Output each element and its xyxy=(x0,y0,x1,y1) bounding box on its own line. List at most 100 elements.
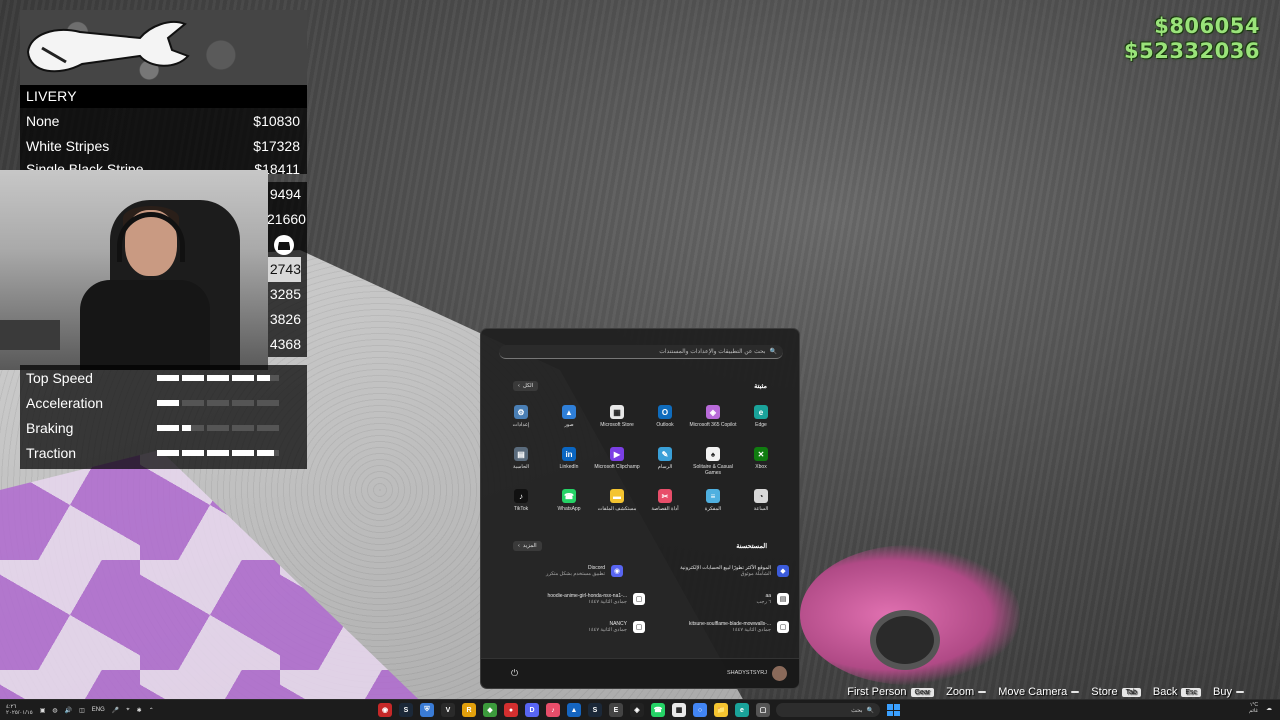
menu-item-price-selected[interactable]: 2743 xyxy=(267,257,301,282)
menu-item-price[interactable]: 4368 xyxy=(267,332,301,357)
stat-label: Acceleration xyxy=(26,394,104,411)
search-placeholder: بحث عن التطبيقات والإعدادات والمستندات xyxy=(659,349,766,355)
start-app-tile[interactable]: ✂ أداة القصاصة xyxy=(641,489,689,512)
menu-item[interactable]: White Stripes $17328 xyxy=(20,133,307,158)
edge-icon[interactable]: e xyxy=(735,703,749,717)
control-hint: Back Esc xyxy=(1153,686,1202,698)
battery-icon[interactable]: ◫ xyxy=(79,707,85,714)
stat-segment xyxy=(207,424,229,431)
power-icon[interactable]: ⏻ xyxy=(511,668,518,679)
whatsapp-icon[interactable]: ☎ xyxy=(651,703,665,717)
clock[interactable]: ٤:٢٦ ٢٠٢٥/٠١/١٥ xyxy=(6,704,33,716)
start-app-tile[interactable]: ⚙ إعدادات xyxy=(497,405,545,428)
stat-segment xyxy=(182,449,204,456)
start-app-tile[interactable]: ✎ الرسام xyxy=(641,447,689,470)
system-tray: ٤:٢٦ ٢٠٢٥/٠١/١٥ ▣ ◍ 🔊 ◫ ENG 🎤 ⌖ ✱ ⌃ xyxy=(6,704,154,716)
control-hint: Buy xyxy=(1213,686,1244,698)
start-app-tile[interactable]: in LinkedIn xyxy=(545,447,593,470)
stat-bar xyxy=(157,399,279,406)
weather-desc: غائم xyxy=(1249,708,1258,714)
start-app-tile[interactable]: ▶ Microsoft Clipchamp xyxy=(593,447,641,470)
steam-icon[interactable]: S xyxy=(588,703,602,717)
car-wheel xyxy=(870,610,940,670)
app-icon[interactable]: ▲ xyxy=(567,703,581,717)
folder-icon[interactable]: 📁 xyxy=(714,703,728,717)
language-indicator[interactable]: ENG xyxy=(92,707,105,713)
recommended-item[interactable]: kitsune-soulflame-blade-mowwalls-... جماد… xyxy=(689,621,789,633)
store-icon: ▦ xyxy=(610,405,624,419)
razer-icon[interactable]: ◆ xyxy=(483,703,497,717)
recommended-item[interactable]: Discord تطبيق مستخدم بشكل متكرر ◉ xyxy=(546,565,623,577)
start-app-tile[interactable]: ▬ مستكشف الملفات xyxy=(593,489,641,512)
windows-start-button[interactable] xyxy=(886,703,900,717)
start-app-tile[interactable]: ▲ صور xyxy=(545,405,593,428)
settings-icon: ⚙ xyxy=(514,405,528,419)
game-icon[interactable]: ◈ xyxy=(630,703,644,717)
solitaire-icon: ♠ xyxy=(706,447,720,461)
microphone-icon[interactable]: 🎤 xyxy=(112,707,119,714)
chrome-icon[interactable]: ○ xyxy=(693,703,707,717)
xbox-icon: ✕ xyxy=(754,447,768,461)
whatsapp-icon: ☎ xyxy=(562,489,576,503)
start-app-tile[interactable]: ◔ الساعة xyxy=(737,489,785,512)
control-hint-key: Esc xyxy=(1181,687,1202,697)
stat-segment xyxy=(157,424,179,431)
start-app-tile[interactable]: e Edge xyxy=(737,405,785,428)
file-icon: ▢ xyxy=(777,621,789,633)
recommended-item[interactable]: aa ٦ رجب ▤ xyxy=(757,593,789,605)
steam-icon[interactable]: S xyxy=(399,703,413,717)
network-icon[interactable]: ⌖ xyxy=(126,707,129,714)
start-app-tile[interactable]: O Outlook xyxy=(641,405,689,428)
control-hint-label: Store xyxy=(1091,686,1118,698)
stat-bar xyxy=(157,374,279,381)
tiktok-studio-icon[interactable]: ♪ xyxy=(546,703,560,717)
start-app-label: Xbox xyxy=(755,464,767,470)
start-app-tile[interactable]: ▦ Microsoft Store xyxy=(593,405,641,428)
epic-games-icon[interactable]: E xyxy=(609,703,623,717)
discord-icon[interactable]: D xyxy=(525,703,539,717)
start-search-box[interactable]: بحث عن التطبيقات والإعدادات والمستندات 🔍 xyxy=(499,345,783,359)
start-app-tile[interactable]: ✕ Xbox xyxy=(737,447,785,470)
all-apps-button[interactable]: ‹ الكل xyxy=(513,381,539,391)
menu-item-price[interactable]: 3826 xyxy=(267,307,301,332)
user-name[interactable]: SHADYSTSYRJ xyxy=(727,670,767,676)
taskbar-search[interactable]: بحث 🔍 xyxy=(776,703,880,717)
menu-item[interactable]: None $10830 xyxy=(20,108,307,133)
volume-icon[interactable]: 🔊 xyxy=(65,707,72,714)
start-app-label: Microsoft 365 Copilot xyxy=(689,422,737,428)
store-icon[interactable]: ▦ xyxy=(672,703,686,717)
stat-segment xyxy=(257,449,279,456)
notification-icon[interactable]: ▣ xyxy=(40,707,46,714)
start-app-tile[interactable]: ♪ TikTok xyxy=(497,489,545,512)
menu-item-price[interactable]: 9494 xyxy=(267,182,301,207)
bank-amount: $52332036 xyxy=(1123,39,1260,63)
window-icon[interactable]: ▢ xyxy=(756,703,770,717)
weather-widget[interactable]: ١°C غائم ☁ xyxy=(1249,702,1272,714)
recommended-item[interactable]: NANCY جمادى الثانية ١٤٤٧ ▢ xyxy=(588,621,645,633)
vector-app-icon[interactable]: V xyxy=(441,703,455,717)
start-app-tile[interactable]: ≡ المفكرة xyxy=(689,489,737,512)
start-app-tile[interactable]: ◈ Microsoft 365 Copilot xyxy=(689,405,737,428)
control-hint-label: First Person xyxy=(847,686,907,698)
menu-item-price[interactable]: 3285 xyxy=(267,282,301,307)
recommended-item[interactable]: الموقع الأكثر تطورًا لبيع الحسابات الإلك… xyxy=(680,565,789,577)
chevron-up-icon[interactable]: ⌃ xyxy=(149,707,154,714)
more-button[interactable]: ‹ المزيد xyxy=(513,541,542,551)
red-app-icon[interactable]: ● xyxy=(504,703,518,717)
wifi-icon[interactable]: ◍ xyxy=(52,707,57,714)
start-app-tile[interactable]: ♠ Solitaire & Casual Games xyxy=(689,447,737,476)
recommended-item[interactable]: hoodie-anime-girl-honda-nsx-na1-... جمادى… xyxy=(548,593,645,605)
start-app-tile[interactable]: ▤ الحاسبة xyxy=(497,447,545,470)
stat-segment xyxy=(182,424,204,431)
start-app-label: الرسام xyxy=(657,464,673,470)
rockstar-icon[interactable]: R xyxy=(462,703,476,717)
shield-icon[interactable]: ⛨ xyxy=(420,703,434,717)
stat-label: Top Speed xyxy=(26,369,93,386)
bluetooth-icon[interactable]: ✱ xyxy=(137,707,142,714)
record-app-icon[interactable]: ◉ xyxy=(378,703,392,717)
menu-item-price[interactable]: 21660 xyxy=(267,207,306,232)
recommended-subtitle: تطبيق مستخدم بشكل متكرر xyxy=(546,571,605,577)
avatar[interactable] xyxy=(772,666,787,681)
control-hints: First Person Gear Zoom Move Camera Store Tab B… xyxy=(847,686,1244,698)
start-app-tile[interactable]: ☎ WhatsApp xyxy=(545,489,593,512)
